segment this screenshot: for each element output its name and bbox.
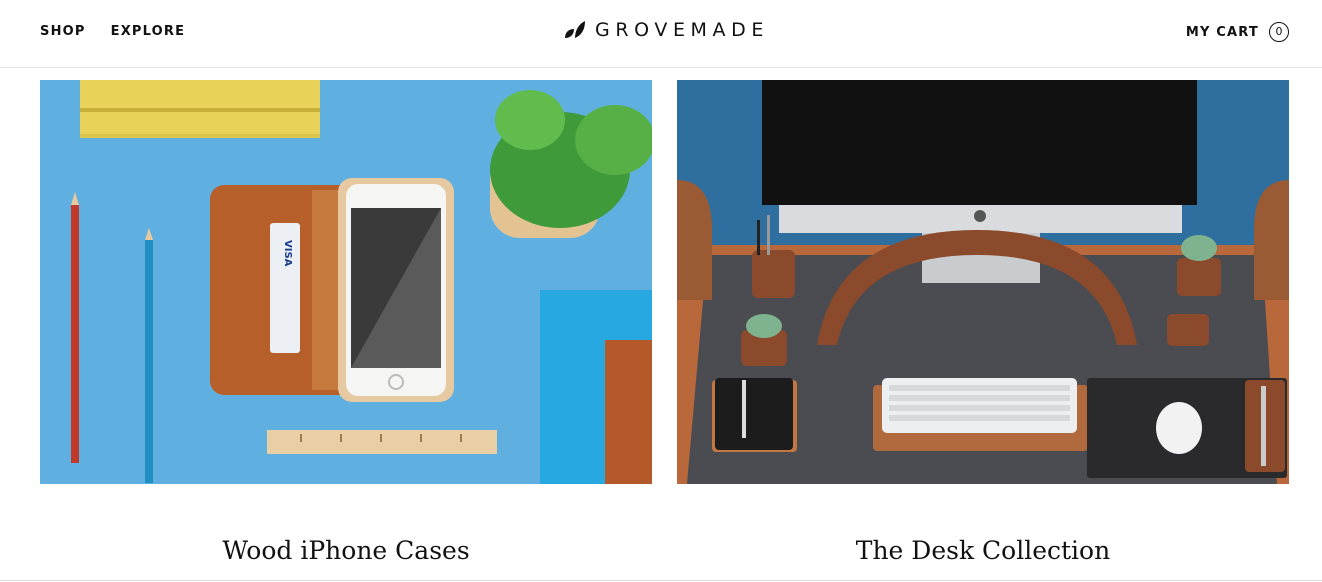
section-divider — [0, 580, 1322, 581]
leaf-logo-icon — [565, 21, 585, 38]
collection-title[interactable]: Wood iPhone Cases — [40, 536, 652, 565]
nav-shop-link[interactable]: SHOP — [40, 24, 86, 39]
cart-label: MY CART — [1185, 24, 1259, 40]
collection-card-iphone-cases[interactable]: VISA Wood iPhone Cases — [40, 80, 652, 565]
visa-card-text: VISA — [282, 240, 293, 267]
cart-button[interactable]: MY CART 0 — [1186, 22, 1289, 42]
nav-explore-link[interactable]: EXPLORE — [111, 24, 186, 39]
iphone-cases-image[interactable]: VISA — [40, 80, 652, 484]
cart-count-badge: 0 — [1269, 22, 1289, 42]
brand-name: GROVEMADE — [595, 19, 769, 41]
collection-card-desk[interactable]: The Desk Collection — [677, 80, 1289, 565]
brand-logo[interactable]: GROVEMADE — [564, 19, 769, 41]
collection-title[interactable]: The Desk Collection — [677, 536, 1289, 565]
site-header: SHOP EXPLORE GROVEMADE MY CART 0 — [0, 0, 1322, 68]
main-nav: SHOP EXPLORE — [40, 24, 185, 39]
desk-collection-image[interactable] — [677, 80, 1289, 484]
